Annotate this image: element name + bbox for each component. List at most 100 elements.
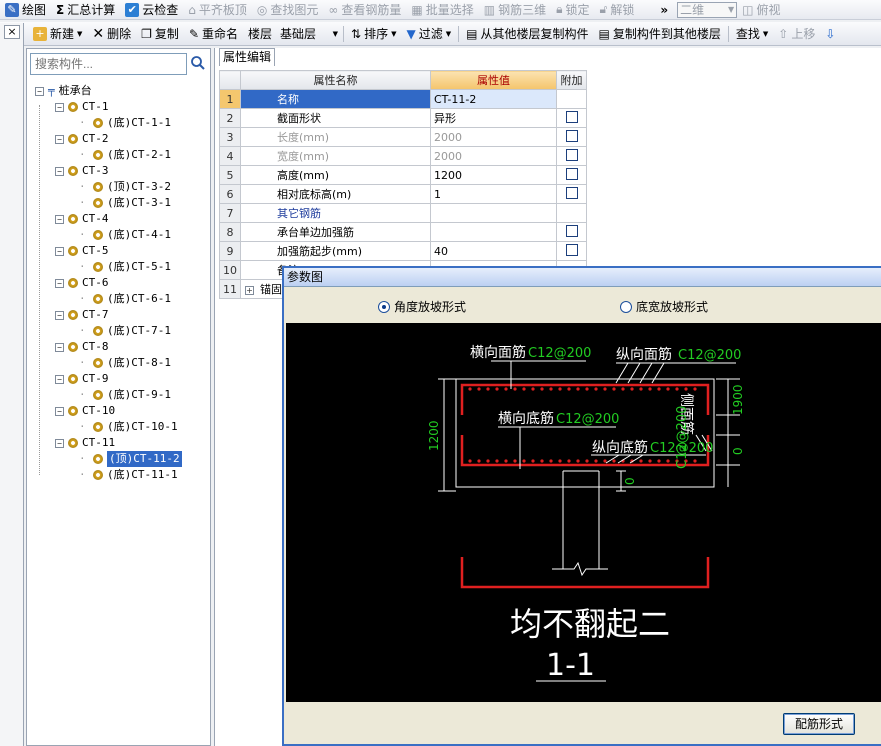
radio-angle-slope[interactable]: 角度放坡形式 xyxy=(378,298,466,315)
copy-to-floor-button[interactable]: ▤ 复制构件到其他楼层 xyxy=(594,22,726,45)
collapse-icon[interactable]: − xyxy=(55,214,64,224)
extra-checkbox[interactable] xyxy=(565,110,578,123)
draw-button[interactable]: ✎ 绘图 xyxy=(0,0,51,19)
filter-button[interactable]: ▼ 过滤 ▼ xyxy=(402,22,457,45)
copy-button[interactable]: ❐ 复制 xyxy=(136,22,184,45)
tree-leaf[interactable]: · (底)CT-10-1 xyxy=(79,419,178,435)
extra-checkbox[interactable] xyxy=(565,148,578,161)
sort-button[interactable]: ⇅ 排序 ▼ xyxy=(346,22,401,45)
batch-select-button[interactable]: ▦ 批量选择 xyxy=(406,0,478,19)
extra-checkbox[interactable] xyxy=(565,129,578,142)
tree-node[interactable]: − CT-11 xyxy=(55,435,115,451)
extra-checkbox[interactable] xyxy=(565,224,578,237)
tree-node[interactable]: − CT-10 xyxy=(55,403,115,419)
tree-node[interactable]: − CT-6 xyxy=(55,275,109,291)
tree-node[interactable]: − CT-4 xyxy=(55,211,109,227)
tree-node[interactable]: − CT-9 xyxy=(55,371,109,387)
tree-leaf[interactable]: · (底)CT-8-1 xyxy=(79,355,171,371)
tree-leaf[interactable]: · (底)CT-3-1 xyxy=(79,195,171,211)
property-value[interactable] xyxy=(430,222,557,242)
gear-icon xyxy=(68,310,78,320)
delete-button[interactable]: ✕ 删除 xyxy=(87,22,136,45)
top-view-button[interactable]: ◫ 俯视 xyxy=(737,0,785,19)
property-value[interactable]: 2000 xyxy=(430,127,557,147)
property-row[interactable]: 8 承台单边加强筋 xyxy=(219,222,587,242)
toolbar-overflow[interactable]: » xyxy=(655,0,673,19)
tree-leaf[interactable]: · (底)CT-7-1 xyxy=(79,323,171,339)
tree-root[interactable]: − ╤ 桩承台 xyxy=(35,83,92,99)
collapse-icon[interactable]: − xyxy=(55,406,64,416)
collapse-icon[interactable]: − xyxy=(55,166,64,176)
find-button[interactable]: 查找 ▼ xyxy=(731,22,773,45)
rebar-dot xyxy=(504,459,508,463)
property-row[interactable]: 4 宽度(mm) 2000 xyxy=(219,146,587,166)
collapse-icon[interactable]: − xyxy=(55,342,64,352)
property-row[interactable]: 6 相对底标高(m) 1 xyxy=(219,184,587,204)
rebar-3d-button[interactable]: ▥ 钢筋三维 xyxy=(479,0,551,19)
radio-button-checked[interactable] xyxy=(378,300,390,313)
collapse-icon[interactable]: − xyxy=(35,86,44,96)
property-value[interactable]: 异形 xyxy=(430,108,557,128)
tab-property-edit[interactable]: 属性编辑 xyxy=(219,48,275,66)
radio-button[interactable] xyxy=(620,300,632,313)
property-value[interactable]: 40 xyxy=(430,241,557,261)
extra-checkbox[interactable] xyxy=(565,186,578,199)
radio-bottom-width-slope[interactable]: 底宽放坡形式 xyxy=(620,298,708,315)
collapse-icon[interactable]: − xyxy=(55,278,64,288)
summary-calc-button[interactable]: Σ 汇总计算 xyxy=(51,0,120,19)
property-row[interactable]: 3 长度(mm) 2000 xyxy=(219,127,587,147)
copy-from-floor-button[interactable]: ▤ 从其他楼层复制构件 xyxy=(461,22,593,45)
tree-leaf[interactable]: · (底)CT-1-1 xyxy=(79,115,171,131)
tree-leaf[interactable]: · (底)CT-6-1 xyxy=(79,291,171,307)
extra-checkbox[interactable] xyxy=(565,167,578,180)
collapse-icon[interactable]: − xyxy=(55,102,64,112)
property-row[interactable]: 5 高度(mm) 1200 xyxy=(219,165,587,185)
view-mode-select[interactable]: 二维 ▼ xyxy=(677,1,738,18)
property-value[interactable] xyxy=(430,203,557,223)
gear-icon xyxy=(93,230,103,240)
tree-leaf[interactable]: · (底)CT-4-1 xyxy=(79,227,171,243)
property-row[interactable]: 7 其它钢筋 xyxy=(219,203,587,223)
align-slab-top-button[interactable]: ⌂ 平齐板顶 xyxy=(183,0,252,19)
close-icon[interactable]: × xyxy=(4,25,20,39)
tree-leaf[interactable]: · (底)CT-11-1 xyxy=(79,467,178,483)
collapse-icon[interactable]: − xyxy=(55,134,64,144)
property-row[interactable]: 2 截面形状 异形 xyxy=(219,108,587,128)
tree-leaf[interactable]: · (顶)CT-3-2 xyxy=(79,179,171,195)
move-up-button[interactable]: ⇧ 上移 xyxy=(773,22,820,45)
extra-checkbox[interactable] xyxy=(565,243,578,256)
rename-button[interactable]: ✎ 重命名 xyxy=(184,22,243,45)
tree-leaf[interactable]: · (底)CT-2-1 xyxy=(79,147,171,163)
unlock-button[interactable]: 🔓︎ 解锁 xyxy=(595,0,640,19)
tree-node[interactable]: − CT-8 xyxy=(55,339,109,355)
collapse-icon[interactable]: − xyxy=(55,246,64,256)
property-row[interactable]: 9 加强筋起步(mm) 40 xyxy=(219,241,587,261)
move-down-button[interactable]: ⇩ xyxy=(820,22,840,45)
collapse-icon[interactable]: − xyxy=(55,310,64,320)
tree-node[interactable]: − CT-7 xyxy=(55,307,109,323)
new-button[interactable]: + 新建 ▼ xyxy=(28,22,87,45)
floor-select[interactable]: 基础层 ▼ xyxy=(277,25,341,43)
tree-node[interactable]: − CT-3 xyxy=(55,163,109,179)
cloud-check-button[interactable]: ✔ 云检查 xyxy=(120,0,183,19)
tree-node[interactable]: − CT-2 xyxy=(55,131,109,147)
tree-leaf[interactable]: · (顶)CT-11-2 xyxy=(79,451,182,467)
search-input[interactable] xyxy=(30,53,187,75)
lock-button[interactable]: 🔒︎ 锁定 xyxy=(551,0,594,19)
property-row[interactable]: 1 名称 CT-11-2 xyxy=(219,89,587,109)
expand-icon[interactable]: + xyxy=(245,286,254,295)
rebar-form-button[interactable]: 配筋形式 xyxy=(783,713,855,735)
search-icon[interactable] xyxy=(190,55,206,71)
tree-node[interactable]: − CT-5 xyxy=(55,243,109,259)
property-value[interactable]: 1 xyxy=(430,184,557,204)
collapse-icon[interactable]: − xyxy=(55,438,64,448)
property-value[interactable]: CT-11-2 xyxy=(430,89,557,109)
find-element-button[interactable]: ◎ 查找图元 xyxy=(252,0,324,19)
property-value[interactable]: 1200 xyxy=(430,165,557,185)
view-rebar-button[interactable]: ∞ 查看钢筋量 xyxy=(323,0,406,19)
tree-leaf[interactable]: · (底)CT-9-1 xyxy=(79,387,171,403)
property-value[interactable]: 2000 xyxy=(430,146,557,166)
tree-leaf[interactable]: · (底)CT-5-1 xyxy=(79,259,171,275)
tree-node[interactable]: − CT-1 xyxy=(55,99,109,115)
collapse-icon[interactable]: − xyxy=(55,374,64,384)
